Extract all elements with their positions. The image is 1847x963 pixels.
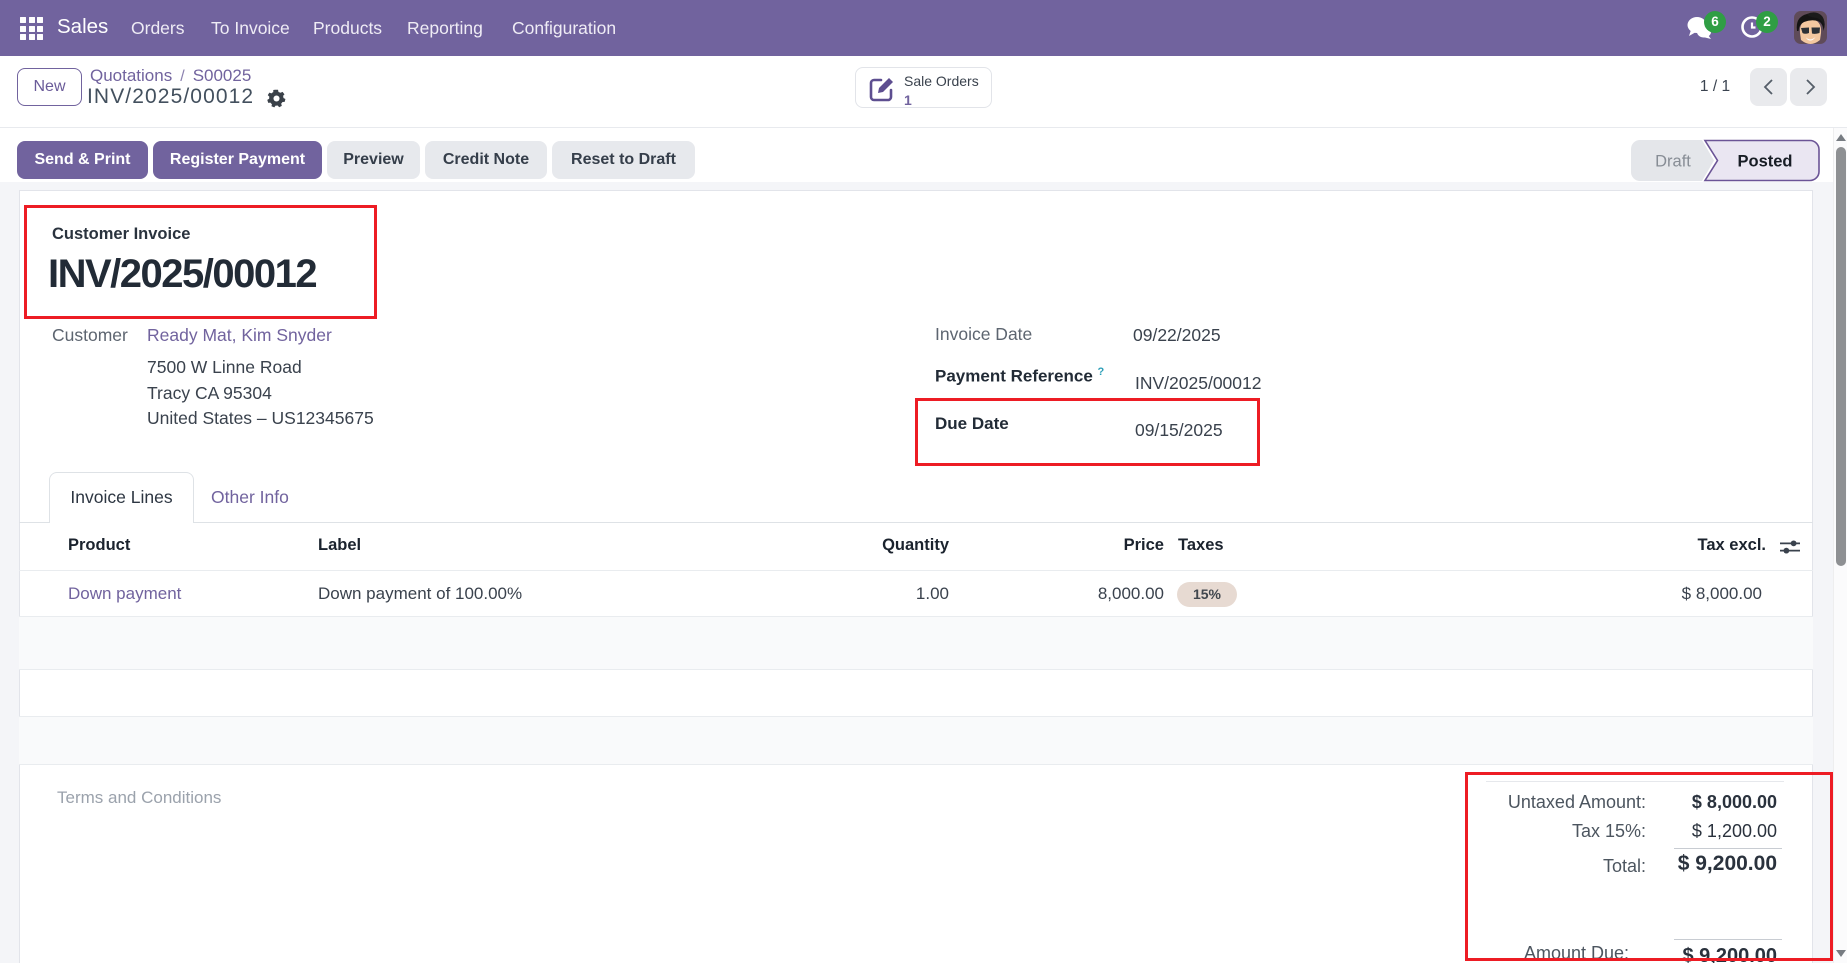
svg-text:Posted: Posted	[1737, 153, 1792, 171]
svg-text:Draft: Draft	[1655, 153, 1691, 171]
